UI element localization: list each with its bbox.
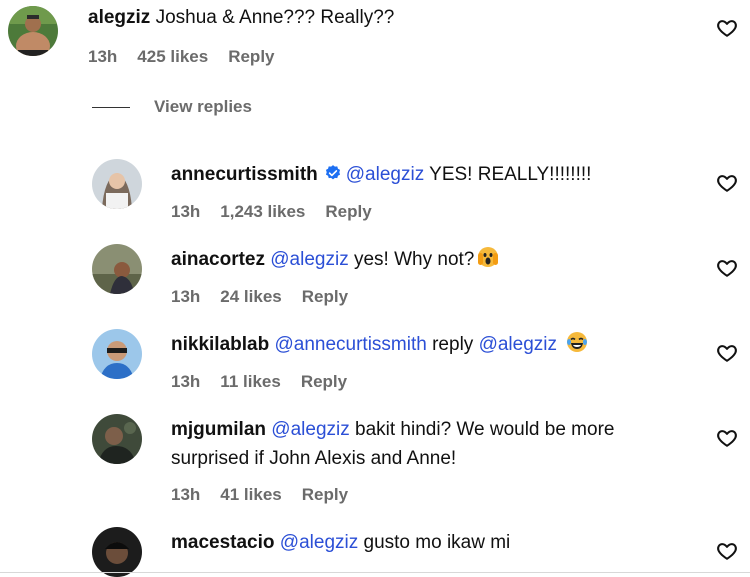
comment-meta: 13h 11 likes Reply [171,372,347,392]
mention-link[interactable]: @alegziz [270,249,348,270]
heart-icon[interactable] [716,427,738,449]
reply-button[interactable]: Reply [325,202,371,222]
likes-count[interactable]: 11 likes [220,372,281,392]
comment-body: reply [432,334,474,355]
timestamp: 13h [171,202,201,221]
avatar-alegziz[interactable] [8,6,58,56]
comment-text: mjgumilan @alegziz bakit hindi? We would… [171,415,691,473]
view-replies-label: View replies [154,97,252,116]
reply-button[interactable]: Reply [302,485,348,505]
comment-meta: 13h 1,243 likes Reply [171,202,372,222]
reply-button[interactable]: Reply [301,372,347,392]
comment-body: YES! REALLY!!!!!!!! [429,164,592,185]
comment-text: annecurtissmith @alegziz YES! REALLY!!!!!… [171,160,591,189]
comment-meta: 13h 41 likes Reply [171,485,348,505]
comment-meta: 13h 425 likes Reply [88,47,275,67]
tears-of-joy-emoji [567,332,588,352]
divider-line [92,106,130,108]
avatar-mjgumilan[interactable] [92,414,142,464]
heart-icon[interactable] [716,540,738,562]
mention-link[interactable]: @alegziz [346,164,424,185]
username[interactable]: alegziz [88,7,150,28]
view-replies-button[interactable]: View replies [92,97,252,117]
heart-icon[interactable] [716,17,738,39]
username[interactable]: ainacortez [171,249,265,270]
timestamp: 13h [171,485,201,504]
comment-body: Joshua & Anne??? Really?? [155,7,395,28]
mention-link[interactable]: @annecurtissmith [274,334,426,355]
comment-meta: 13h 24 likes Reply [171,287,348,307]
mention-link[interactable]: @alegziz [271,419,349,440]
avatar-annecurtissmith[interactable] [92,159,142,209]
heart-icon[interactable] [716,342,738,364]
heart-icon[interactable] [716,257,738,279]
likes-count[interactable]: 41 likes [220,485,281,505]
reply-button[interactable]: Reply [228,47,274,67]
avatar-macestacio[interactable] [92,527,142,577]
likes-count[interactable]: 1,243 likes [220,202,305,222]
screaming-face-emoji [478,247,499,267]
likes-count[interactable]: 425 likes [137,47,208,67]
comment-text: macestacio @alegziz gusto mo ikaw mi [171,528,510,557]
timestamp: 13h [171,287,201,306]
reply-button[interactable]: Reply [302,287,348,307]
username[interactable]: annecurtissmith [171,164,318,185]
avatar-nikkilablab[interactable] [92,329,142,379]
comment-text: nikkilablab @annecurtissmith reply @aleg… [171,330,589,359]
comment-text: ainacortez @alegziz yes! Why not? [171,245,500,274]
username[interactable]: mjgumilan [171,419,266,440]
comment-body: yes! Why not? [353,249,475,270]
timestamp: 13h [171,372,201,391]
mention-link[interactable]: @alegziz [479,334,557,355]
heart-icon[interactable] [716,172,738,194]
likes-count[interactable]: 24 likes [220,287,281,307]
comment-body: gusto mo ikaw mi [363,532,511,553]
comment-text: alegziz Joshua & Anne??? Really?? [88,3,394,32]
avatar-ainacortez[interactable] [92,244,142,294]
mention-link[interactable]: @alegziz [280,532,358,553]
username[interactable]: macestacio [171,532,275,553]
timestamp: 13h [88,47,118,66]
bottom-divider [0,572,750,573]
verified-badge-icon [325,165,340,180]
username[interactable]: nikkilablab [171,334,269,355]
